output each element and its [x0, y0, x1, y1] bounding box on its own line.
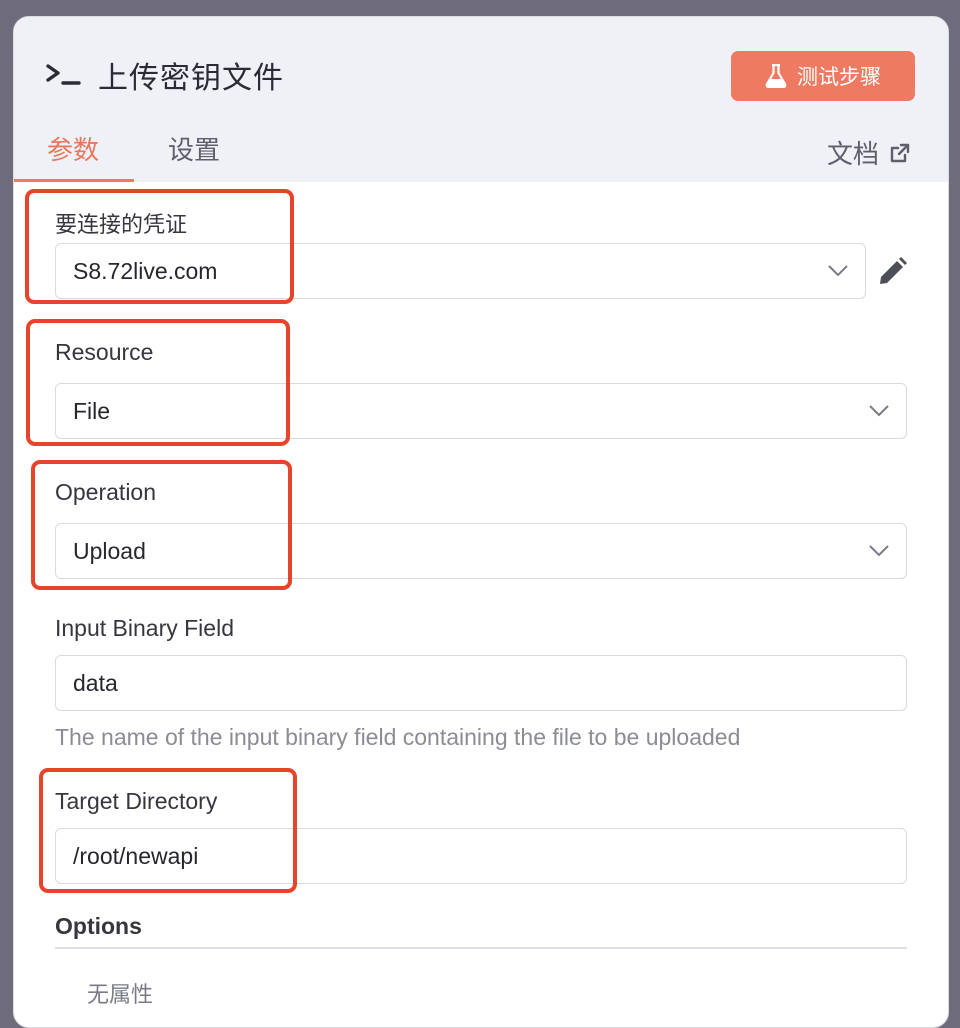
operation-label: Operation — [55, 479, 157, 505]
operation-value: Upload — [73, 538, 146, 564]
tab-settings[interactable]: 设置 — [168, 130, 220, 167]
chevron-down-icon — [828, 265, 848, 277]
terminal-icon — [44, 55, 84, 95]
panel-header: 上传密钥文件 测试步骤 参数 设置 文档 — [14, 17, 948, 182]
resource-select[interactable]: File — [55, 383, 907, 439]
target-directory-input[interactable]: /root/newapi — [55, 828, 907, 884]
no-properties-text: 无属性 — [87, 983, 154, 1008]
binary-field-label: Input Binary Field — [55, 615, 234, 641]
title-row: 上传密钥文件 — [44, 53, 284, 97]
options-divider — [55, 947, 907, 949]
test-step-button[interactable]: 测试步骤 — [731, 51, 915, 101]
credential-label: 要连接的凭证 — [55, 213, 188, 238]
target-directory-value: /root/newapi — [73, 843, 199, 869]
credential-select[interactable]: S8.72live.com — [55, 243, 866, 299]
operation-select[interactable]: Upload — [55, 523, 907, 579]
binary-field-input[interactable]: data — [55, 655, 907, 711]
target-directory-label: Target Directory — [55, 788, 218, 814]
binary-field-value: data — [73, 670, 118, 696]
binary-field-hint: The name of the input binary field conta… — [55, 724, 741, 750]
chevron-down-icon — [869, 545, 889, 557]
tab-parameters[interactable]: 参数 — [47, 130, 99, 167]
external-link-icon — [890, 143, 910, 162]
chevron-down-icon — [869, 405, 889, 417]
credential-value: S8.72live.com — [73, 258, 218, 284]
resource-value: File — [73, 398, 111, 424]
edit-credential-icon[interactable] — [876, 256, 908, 288]
active-tab-indicator — [14, 179, 134, 182]
options-title: Options — [55, 913, 142, 939]
docs-link-label: 文档 — [827, 140, 880, 170]
node-title[interactable]: 上传密钥文件 — [98, 53, 284, 97]
test-step-label: 测试步骤 — [797, 65, 881, 89]
resource-label: Resource — [55, 339, 154, 365]
tab-bar: 参数 设置 文档 — [14, 122, 948, 182]
node-panel: 上传密钥文件 测试步骤 参数 设置 文档 要连接的凭证 S8.72live.co… — [13, 16, 949, 1028]
flask-icon — [765, 64, 787, 88]
docs-link[interactable]: 文档 — [827, 134, 911, 171]
